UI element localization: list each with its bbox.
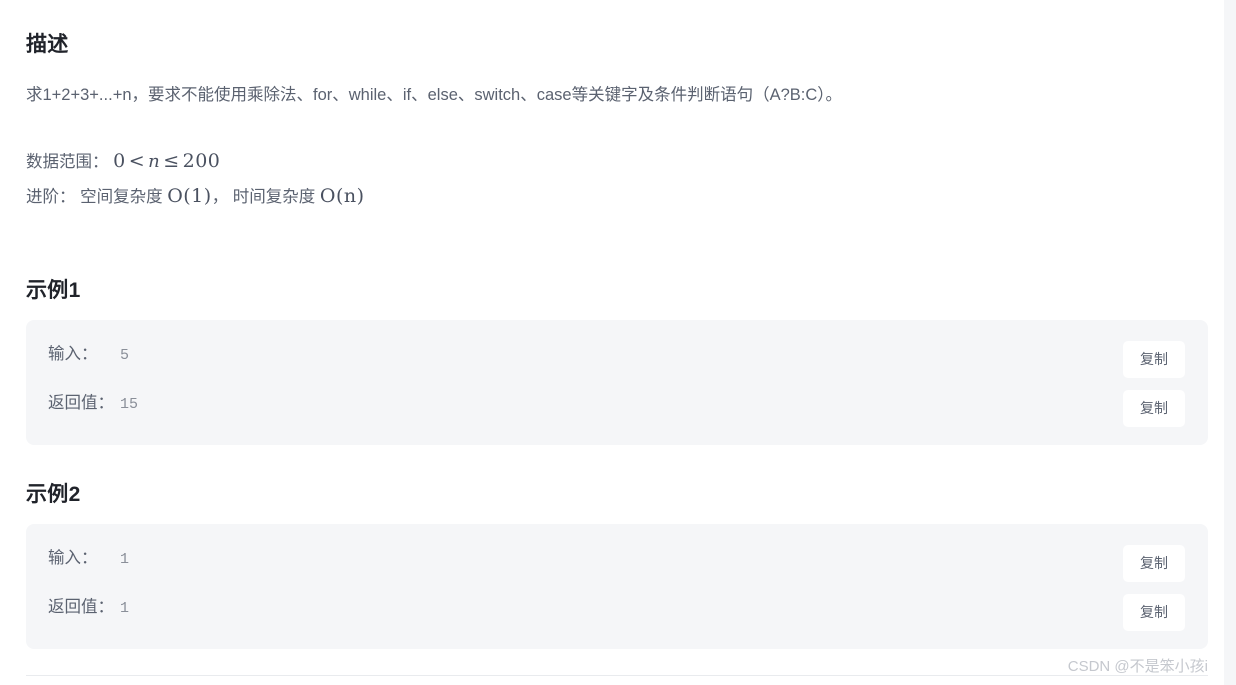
description-paragraph: 求1+2+3+...+n，要求不能使用乘除法、for、while、if、else… <box>26 86 843 104</box>
data-range-label: 数据范围： <box>26 153 109 171</box>
example-2-return-label: 返回值： <box>48 598 114 616</box>
space-complexity-formula: O(1) <box>167 185 212 207</box>
example-2-copy-input-button[interactable]: 复制 <box>1123 545 1185 582</box>
range-lhs: 0 <box>113 150 126 172</box>
problem-description-page: 描述 求1+2+3+...+n，要求不能使用乘除法、for、while、if、e… <box>0 0 1236 685</box>
example-2-return-row: 返回值： 1 <box>48 593 129 619</box>
example-2-input-row: 输入： 1 <box>48 544 129 570</box>
data-range-formula: 0 < n ≤200 <box>113 150 220 172</box>
example-2-input-label: 输入： <box>48 549 98 567</box>
example-1-input-value: 5 <box>120 347 130 364</box>
csdn-watermark: CSDN @不是笨小孩i <box>1067 658 1208 675</box>
description-heading: 描述 <box>26 33 69 56</box>
example-1-return-value: 15 <box>120 396 139 413</box>
example-2-panel: 输入： 1 复制 返回值： 1 复制 <box>26 524 1208 649</box>
advanced-separator: ， <box>211 188 229 206</box>
range-op-lt: < <box>128 150 146 172</box>
example-1-panel: 输入： 5 复制 返回值： 15 复制 <box>26 320 1208 445</box>
example-2-copy-return-button[interactable]: 复制 <box>1123 594 1185 631</box>
example-1-input-label: 输入： <box>48 345 98 363</box>
bottom-divider <box>26 675 1208 676</box>
example-1-return-row: 返回值： 15 <box>48 389 138 415</box>
advanced-line: 进阶： 空间复杂度 O(1)， 时间复杂度 O(n) <box>26 179 365 214</box>
range-op-le: ≤ <box>163 150 180 172</box>
range-variable: n <box>148 151 161 172</box>
example-1-input-row: 输入： 5 <box>48 340 129 366</box>
data-range-line: 数据范围： 0 < n ≤200 <box>26 144 365 179</box>
constraint-block: 数据范围： 0 < n ≤200 进阶： 空间复杂度 O(1)， 时间复杂度 O(n) <box>26 144 365 214</box>
time-complexity-formula: O(n) <box>319 185 365 207</box>
right-scroll-gutter <box>1224 0 1236 685</box>
example-1-heading: 示例1 <box>26 279 81 302</box>
example-2-return-value: 1 <box>120 600 130 617</box>
time-complexity-label: 时间复杂度 <box>232 188 316 206</box>
example-1-copy-return-button[interactable]: 复制 <box>1123 390 1185 427</box>
space-complexity-label: 空间复杂度 <box>80 188 163 206</box>
example-2-input-value: 1 <box>120 551 130 568</box>
example-2-heading: 示例2 <box>26 483 81 506</box>
advanced-label: 进阶： <box>26 188 76 206</box>
range-rhs: 200 <box>182 150 221 172</box>
example-1-copy-input-button[interactable]: 复制 <box>1123 341 1185 378</box>
example-1-return-label: 返回值： <box>48 394 114 412</box>
